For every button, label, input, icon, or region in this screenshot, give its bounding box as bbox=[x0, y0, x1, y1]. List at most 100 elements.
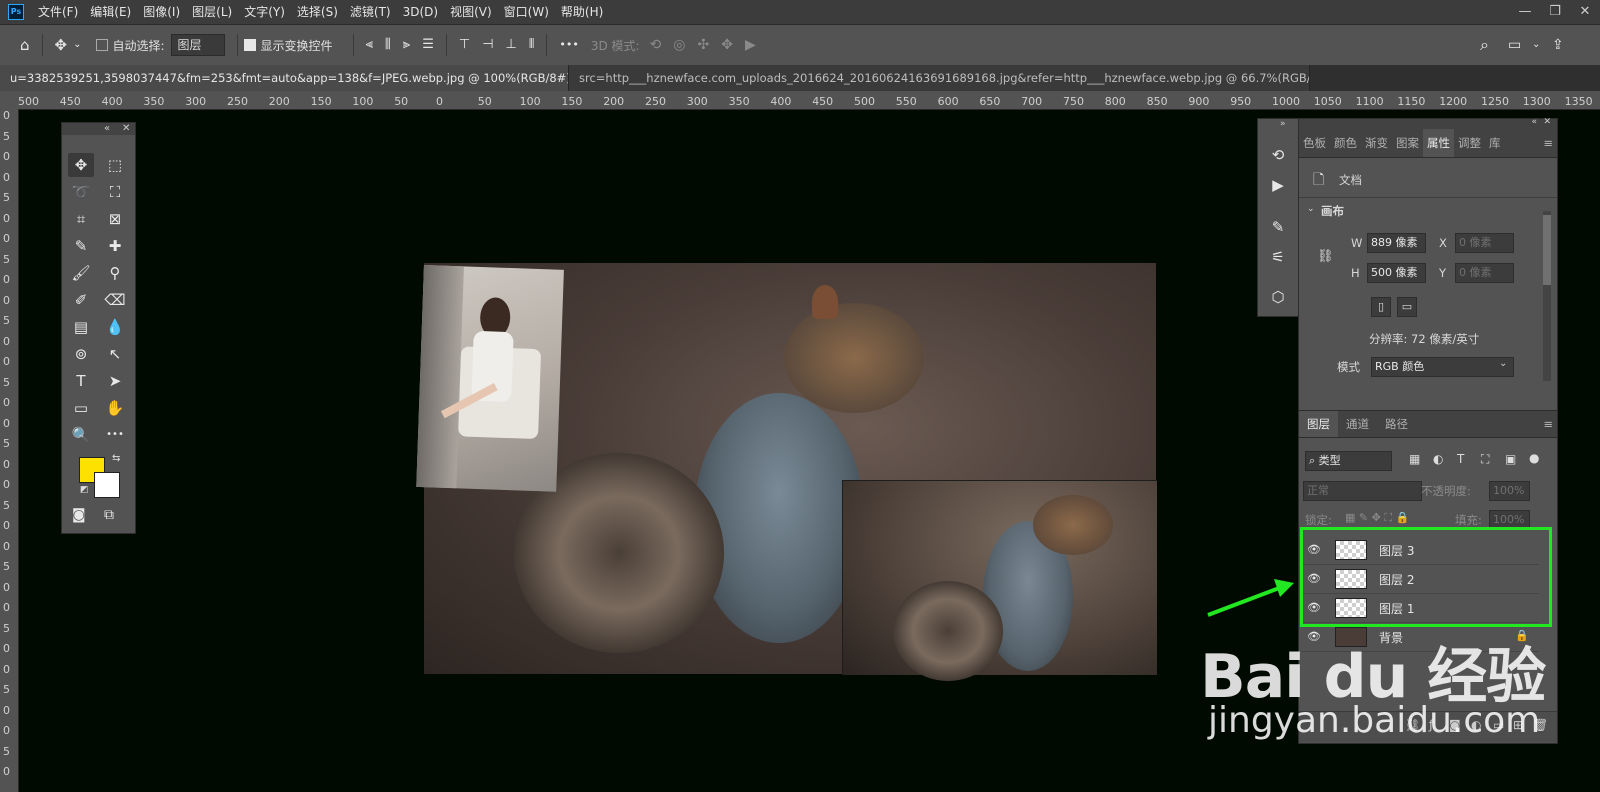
chevron-down-icon[interactable]: ⌄ bbox=[1526, 25, 1546, 65]
more-tools-icon[interactable]: ••• bbox=[102, 423, 128, 447]
text-icon[interactable]: T bbox=[68, 369, 94, 393]
vertical-ruler[interactable]: 0 5 0 0 5 0 0 5 0 0 5 0 0 5 0 0 5 0 0 5 0 0 5 0 0 5 0 0 5 0 0 5 0 bbox=[0, 109, 19, 792]
tab-adjustments[interactable]: 调整 bbox=[1454, 129, 1485, 157]
3d-orbit-icon[interactable]: ⟲ bbox=[644, 25, 668, 65]
close-icon[interactable]: ✕ bbox=[122, 123, 130, 135]
align-vcenter-icon[interactable]: ⊣ bbox=[476, 25, 499, 65]
properties-panel-header[interactable]: « ✕ bbox=[1299, 117, 1557, 129]
3d-slide-icon[interactable]: ✥ bbox=[715, 25, 739, 65]
filter-shape-icon[interactable]: ⛶ bbox=[1481, 452, 1489, 467]
menu-edit[interactable]: 编辑(E) bbox=[84, 0, 137, 24]
menu-image[interactable]: 图像(I) bbox=[137, 0, 186, 24]
horizontal-ruler[interactable]: 500 450 400 350 300 250 200 150 100 50 0 50 100 150 20… bbox=[18, 91, 1600, 110]
width-field[interactable]: 889 像素 bbox=[1367, 233, 1426, 253]
eraser-icon[interactable]: ⌫ bbox=[102, 288, 128, 312]
y-field[interactable]: 0 像素 bbox=[1455, 263, 1514, 283]
blur-icon[interactable]: 💧 bbox=[102, 315, 128, 339]
align-bottom-icon[interactable]: ⊥ bbox=[500, 25, 523, 65]
dodge-icon[interactable]: ⊚ bbox=[68, 342, 94, 366]
minimize-button[interactable]: — bbox=[1510, 0, 1540, 24]
lasso-icon[interactable]: ➰ bbox=[68, 180, 94, 204]
crop-icon[interactable]: ⌗ bbox=[68, 207, 94, 231]
filter-adjustment-icon[interactable]: ◐ bbox=[1433, 452, 1443, 466]
layer-3-image[interactable] bbox=[416, 265, 564, 492]
move-tool-icon[interactable]: ✥ bbox=[49, 25, 74, 65]
chevron-down-icon[interactable]: ⌄ bbox=[1307, 204, 1315, 214]
menu-help[interactable]: 帮助(H) bbox=[555, 0, 609, 24]
menu-file[interactable]: 文件(F) bbox=[32, 0, 84, 24]
portrait-icon[interactable]: ▯ bbox=[1371, 297, 1391, 317]
gradient-icon[interactable]: ▤ bbox=[68, 315, 94, 339]
menu-window[interactable]: 窗口(W) bbox=[498, 0, 555, 24]
tab-color[interactable]: 颜色 bbox=[1330, 129, 1361, 157]
landscape-icon[interactable]: ▭ bbox=[1397, 297, 1417, 317]
adjust-sliders-icon[interactable]: ⚟ bbox=[1265, 245, 1291, 269]
more-options-icon[interactable]: ••• bbox=[553, 25, 584, 65]
tab-channels[interactable]: 通道 bbox=[1338, 411, 1377, 437]
3d-camera-icon[interactable]: ▶ bbox=[739, 25, 762, 65]
tab-gradients[interactable]: 渐变 bbox=[1361, 129, 1392, 157]
align-top-icon[interactable]: ⊤ bbox=[453, 25, 476, 65]
tab-properties[interactable]: 属性 bbox=[1423, 129, 1454, 157]
menu-type[interactable]: 文字(Y) bbox=[238, 0, 291, 24]
3d-roll-icon[interactable]: ◎ bbox=[667, 25, 691, 65]
tab-patterns[interactable]: 图案 bbox=[1392, 129, 1423, 157]
menu-layer[interactable]: 图层(L) bbox=[186, 0, 238, 24]
share-icon[interactable]: ⇪ bbox=[1546, 25, 1570, 65]
distribute-vertical-icon[interactable]: ⫴ bbox=[523, 25, 540, 65]
close-icon[interactable]: ✕ bbox=[1543, 117, 1551, 127]
filter-type-icon[interactable]: T bbox=[1457, 452, 1464, 466]
expand-icon[interactable]: » bbox=[1280, 119, 1286, 129]
mode-dropdown[interactable]: RGB 颜色 bbox=[1371, 357, 1514, 377]
zoom-icon[interactable]: 🔍 bbox=[68, 423, 94, 447]
tab-document-1[interactable]: u=3382539251,3598037447&fm=253&fmt=auto&… bbox=[0, 65, 569, 91]
quick-mask-icon[interactable]: ◙ bbox=[72, 507, 86, 523]
frame-icon[interactable]: ⊠ bbox=[102, 207, 128, 231]
tab-layers[interactable]: 图层 bbox=[1299, 411, 1338, 437]
marquee-icon[interactable]: ⬚ bbox=[102, 153, 128, 177]
tab-document-2[interactable]: src=http___hznewface.com_uploads_2016624… bbox=[569, 65, 1310, 91]
panel-menu-icon[interactable]: ≡ bbox=[1539, 411, 1557, 437]
path-select-icon[interactable]: ➤ bbox=[102, 369, 128, 393]
layer-2-image[interactable] bbox=[842, 480, 1157, 681]
menu-filter[interactable]: 滤镜(T) bbox=[344, 0, 397, 24]
properties-scrollbar[interactable] bbox=[1543, 211, 1551, 381]
object-select-icon[interactable]: ⛶ bbox=[102, 180, 128, 204]
filter-toggle-icon[interactable]: ● bbox=[1529, 451, 1539, 465]
restore-button[interactable]: ❐ bbox=[1540, 0, 1570, 24]
align-left-icon[interactable]: ⫷ bbox=[360, 25, 379, 65]
tab-paths[interactable]: 路径 bbox=[1377, 411, 1416, 437]
pen-icon[interactable]: ↖ bbox=[102, 342, 128, 366]
healing-icon[interactable]: ✚ bbox=[102, 234, 128, 258]
collapse-icon[interactable]: « bbox=[1531, 117, 1537, 127]
tab-libraries[interactable]: 库 bbox=[1485, 129, 1505, 157]
3d-pan-icon[interactable]: ✣ bbox=[692, 25, 716, 65]
x-field[interactable]: 0 像素 bbox=[1455, 233, 1514, 253]
align-hcenter-icon[interactable]: ⫼ bbox=[379, 25, 397, 65]
search-icon[interactable]: ⌕ bbox=[1474, 25, 1495, 65]
history-icon[interactable]: ⟲ bbox=[1265, 143, 1291, 167]
show-transform-checkbox[interactable] bbox=[243, 39, 256, 51]
brush-icon[interactable]: 🖌 bbox=[68, 261, 94, 285]
tools-panel-header[interactable]: « ✕ bbox=[62, 123, 135, 135]
height-field[interactable]: 500 像素 bbox=[1367, 263, 1426, 283]
panel-menu-icon[interactable]: ≡ bbox=[1539, 129, 1557, 157]
menu-select[interactable]: 选择(S) bbox=[291, 0, 344, 24]
history-brush-icon[interactable]: ✐ bbox=[68, 288, 94, 312]
home-icon[interactable]: ⌂ bbox=[14, 25, 36, 65]
menu-view[interactable]: 视图(V) bbox=[444, 0, 498, 24]
auto-select-checkbox[interactable] bbox=[95, 39, 108, 51]
close-window-button[interactable]: ✕ bbox=[1570, 0, 1600, 24]
screen-mode-icon[interactable]: ⧉ bbox=[104, 507, 114, 523]
lock-pixels-icon[interactable]: ▦ ✎ ✥ ⛶ 🔒 bbox=[1345, 511, 1409, 525]
menu-3d[interactable]: 3D(D) bbox=[397, 0, 444, 24]
move-icon[interactable]: ✥ bbox=[68, 153, 94, 177]
swap-colors-icon[interactable]: ⇆ bbox=[112, 453, 120, 464]
hand-icon[interactable]: ✋ bbox=[102, 396, 128, 420]
stamp-icon[interactable]: ⚲ bbox=[102, 261, 128, 285]
workspace-icon[interactable]: ▭ bbox=[1502, 25, 1527, 65]
filter-smart-icon[interactable]: ▣ bbox=[1505, 452, 1516, 466]
collapse-icon[interactable]: « bbox=[104, 123, 110, 135]
default-colors-icon[interactable]: ◩ bbox=[80, 485, 89, 495]
auto-select-dropdown[interactable]: 图层 bbox=[170, 34, 225, 56]
